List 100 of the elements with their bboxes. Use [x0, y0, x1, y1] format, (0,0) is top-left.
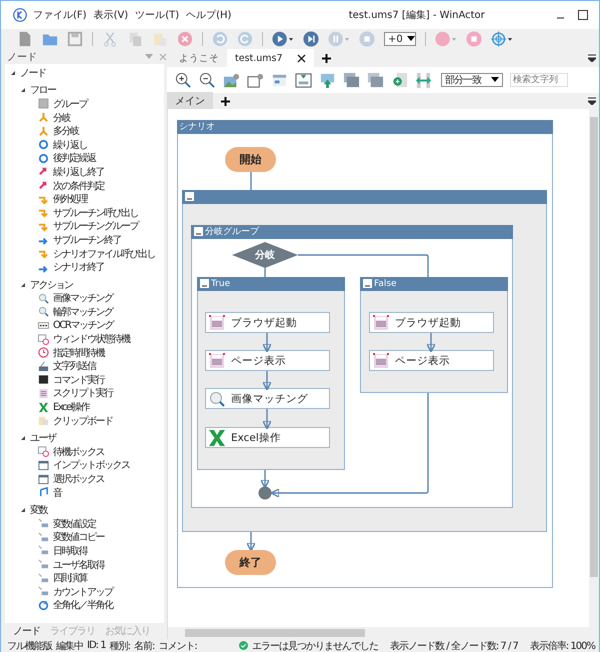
variable-icon: [38, 572, 49, 584]
match-mode-dropdown[interactable]: 部分一致: [441, 73, 503, 87]
merge-node[interactable]: [258, 486, 272, 500]
panel-tab[interactable]: ノード: [13, 624, 40, 638]
action-node[interactable]: ページ表示: [369, 350, 494, 371]
tree-item[interactable]: ノード: [20, 66, 46, 80]
close-icon[interactable]: [296, 54, 306, 62]
tree-item[interactable]: グループ: [53, 96, 87, 111]
overflow-menu-icon[interactable]: [588, 54, 596, 62]
tree-item[interactable]: コマンド実行: [53, 372, 104, 387]
tree-item[interactable]: OCRマッチング: [53, 318, 113, 332]
plus-icon[interactable]: [322, 54, 331, 62]
image-settings-icon[interactable]: [223, 72, 240, 88]
menu-item[interactable]: ツール(T): [135, 8, 180, 22]
pin-icon[interactable]: [145, 54, 153, 60]
tree-item[interactable]: 多分岐: [53, 124, 78, 138]
swap-arrows-icon[interactable]: [415, 72, 432, 88]
tree-item[interactable]: 例外処理: [53, 192, 87, 206]
tree-item[interactable]: 音: [53, 486, 62, 500]
caret-icon: [406, 36, 415, 42]
tree-item[interactable]: インプットボックス: [53, 458, 130, 472]
tree-item[interactable]: 繰り返し終了: [53, 164, 104, 179]
document-tab[interactable]: ようこそ: [171, 49, 227, 67]
window-settings-icon[interactable]: [247, 72, 264, 88]
tree-item[interactable]: フロー: [30, 83, 56, 98]
tree-item[interactable]: 選択ボックス: [53, 472, 104, 486]
tree-item[interactable]: 変数: [30, 503, 47, 518]
collapse-icon[interactable]: [185, 192, 194, 201]
tree-item[interactable]: 変数値設定: [53, 516, 96, 531]
tree-item[interactable]: シナリオ終了: [53, 260, 104, 274]
app-logo-icon: [13, 8, 27, 22]
tree-item[interactable]: 後判定繰返: [53, 151, 96, 166]
expand-icon[interactable]: [20, 507, 26, 514]
menu-item[interactable]: ヘルプ(H): [186, 8, 232, 22]
horizontal-scrollbar[interactable]: [168, 627, 599, 639]
action-node[interactable]: 画像マッチング: [205, 388, 330, 409]
maximize-icon[interactable]: [577, 9, 589, 21]
tree-item[interactable]: 文字列送信: [53, 359, 96, 374]
add-window-icon[interactable]: [391, 72, 408, 88]
expand-icon[interactable]: [20, 87, 26, 94]
tree-item[interactable]: ユーザ: [30, 431, 56, 446]
tree-item[interactable]: 指定時間待機: [53, 346, 104, 360]
overflow-menu-icon[interactable]: [588, 97, 596, 105]
delete-icon[interactable]: [177, 31, 193, 47]
tree-item[interactable]: 待機ボックス: [53, 444, 104, 459]
tree-item[interactable]: スクリプト実行: [53, 386, 112, 400]
document-tab[interactable]: test.ums7: [227, 49, 314, 67]
expand-icon[interactable]: [20, 282, 26, 288]
tree-item[interactable]: 変数値コピー: [53, 530, 104, 544]
expand-icon[interactable]: [20, 435, 26, 442]
action-node[interactable]: Excel操作: [205, 427, 330, 448]
tree-item[interactable]: 画像マッチング: [53, 291, 112, 306]
expand-icon[interactable]: [10, 70, 16, 76]
collapse-icon[interactable]: [363, 279, 372, 288]
plus-icon[interactable]: [221, 96, 230, 106]
speed-dropdown[interactable]: +0: [384, 32, 416, 46]
search-field[interactable]: 検索文字列: [510, 73, 568, 87]
tree-item[interactable]: カウントアップ: [53, 584, 112, 599]
window-download-icon[interactable]: [295, 72, 312, 88]
stop-icon[interactable]: [466, 31, 482, 47]
action-node[interactable]: ブラウザ起動: [369, 312, 494, 333]
tree-item[interactable]: 分岐: [53, 110, 70, 125]
tree-item[interactable]: サブルーチン終了: [53, 232, 121, 247]
tree-item[interactable]: サブルーチン呼び出し: [53, 206, 138, 220]
zoom-in-icon[interactable]: [175, 72, 192, 88]
start-node[interactable]: 開始: [225, 147, 276, 172]
action-node[interactable]: ブラウザ起動: [205, 312, 330, 333]
step-icon[interactable]: [303, 31, 319, 47]
stacked-windows-icon[interactable]: [343, 72, 360, 88]
tree-item[interactable]: サブルーチングループ: [53, 219, 138, 234]
tree-item[interactable]: ユーザ名取得: [53, 558, 104, 572]
collapse-icon[interactable]: [194, 227, 203, 236]
tree-item[interactable]: 繰り返し: [53, 138, 87, 152]
caret-icon: [491, 77, 499, 83]
check-icon: [239, 641, 248, 650]
tree-item[interactable]: 次の条件判定: [53, 178, 104, 193]
action-node[interactable]: ページ表示: [205, 350, 330, 371]
tree-item[interactable]: シナリオファイル呼び出し: [53, 246, 155, 261]
menu-item[interactable]: 表示(V): [94, 8, 128, 22]
save-icon[interactable]: [67, 31, 83, 47]
tree-item[interactable]: アクション: [30, 278, 72, 292]
arrow-icon: [38, 248, 49, 260]
menu-item[interactable]: ファイル(F): [33, 8, 87, 22]
stacked-windows-icon[interactable]: [367, 72, 384, 88]
tree-item[interactable]: Excel操作: [53, 400, 89, 414]
collapse-icon[interactable]: [200, 279, 209, 288]
sheet-tab[interactable]: メイン: [167, 92, 213, 110]
tree-item[interactable]: 全角化／半角化: [53, 598, 112, 612]
tree-item[interactable]: 日時取得: [53, 544, 87, 558]
new-file-icon[interactable]: [17, 31, 33, 47]
play-icon[interactable]: [272, 31, 294, 47]
target-icon[interactable]: [491, 31, 513, 47]
tree-item[interactable]: ウィンドウ状態待機: [53, 332, 130, 346]
image-upload-icon[interactable]: [319, 72, 336, 88]
zoom-out-icon[interactable]: [199, 72, 216, 88]
tree-item[interactable]: 輪郭マッチング: [53, 304, 112, 319]
tree-item[interactable]: クリップボード: [53, 414, 112, 428]
variable-icon: [38, 532, 49, 543]
end-node[interactable]: 終了: [225, 550, 276, 575]
tree-item[interactable]: 四則演算: [53, 571, 87, 586]
